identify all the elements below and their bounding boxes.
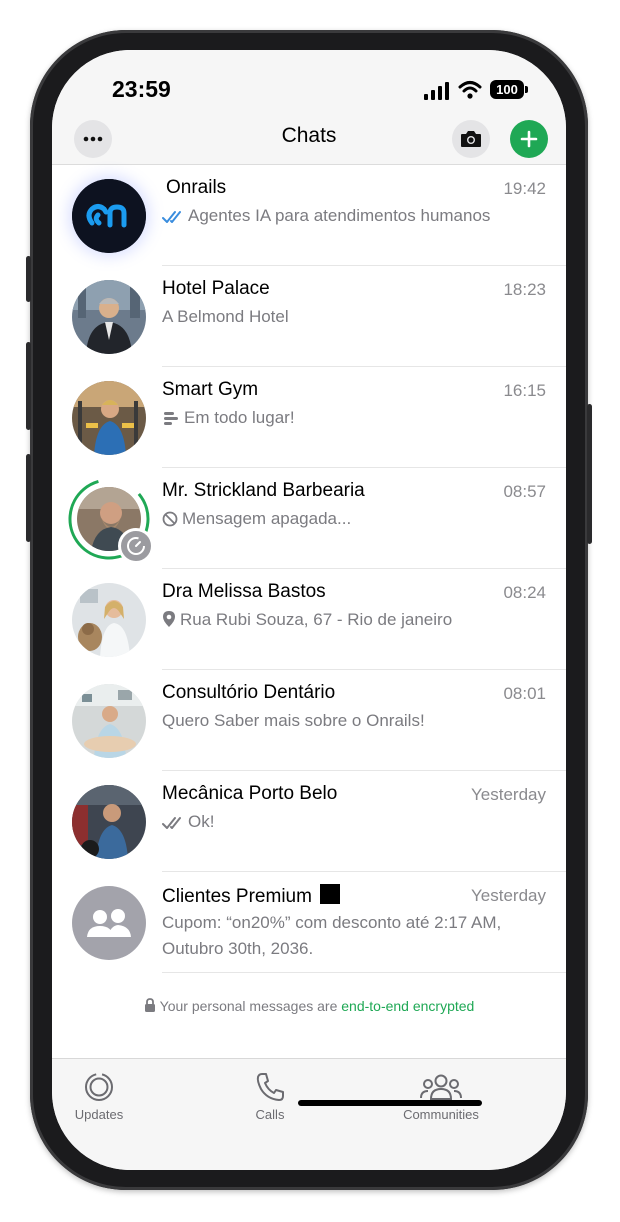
phone-icon bbox=[256, 1073, 284, 1101]
battery-indicator: 100 bbox=[490, 80, 524, 99]
encryption-text: Your personal messages are bbox=[159, 998, 338, 1014]
chat-name: Smart Gym bbox=[162, 379, 259, 400]
chat-time: 08:01 bbox=[503, 684, 546, 703]
camera-button[interactable] bbox=[452, 120, 490, 158]
chat-preview-text: A Belmond Hotel bbox=[162, 307, 289, 326]
encryption-link[interactable]: end-to-end encrypted bbox=[341, 998, 474, 1014]
status-timer-badge bbox=[118, 528, 154, 564]
avatar-photo bbox=[72, 684, 146, 758]
avatar-onrails bbox=[72, 179, 146, 253]
screen: 23:59 100 Chats Onrails 19:42 Agentes IA… bbox=[52, 50, 566, 1170]
wifi-icon bbox=[458, 81, 482, 99]
new-chat-button[interactable] bbox=[510, 120, 548, 158]
chat-row-clientes-premium[interactable]: Clientes Premium Yesterday Cupom: “on20%… bbox=[52, 872, 566, 973]
location-pin-icon bbox=[162, 610, 176, 636]
onrails-logo-icon bbox=[72, 179, 146, 253]
avatar-photo bbox=[72, 381, 146, 455]
tab-calls[interactable]: Calls bbox=[210, 1071, 330, 1122]
chat-preview: Em todo lugar! bbox=[162, 405, 506, 434]
chat-preview: Ok! bbox=[162, 809, 506, 838]
chat-row-onrails[interactable]: Onrails 19:42 Agentes IA para atendiment… bbox=[52, 165, 566, 266]
camera-icon bbox=[461, 131, 481, 147]
tab-label: Communities bbox=[403, 1107, 479, 1122]
chat-preview-text: Ok! bbox=[188, 812, 215, 831]
avatar-photo bbox=[72, 280, 146, 354]
chat-time: 18:23 bbox=[503, 280, 546, 299]
chat-preview: Quero Saber mais sobre o Onrails! bbox=[162, 708, 506, 734]
avatar-smart-gym bbox=[72, 381, 146, 455]
encryption-notice: Your personal messages are end-to-end en… bbox=[52, 998, 566, 1014]
chat-preview-text: Cupom: “on20%” com desconto até 2:17 AM,… bbox=[162, 913, 502, 958]
chat-name: Dra Melissa Bastos bbox=[162, 581, 326, 602]
chat-preview-text: Mensagem apagada... bbox=[182, 509, 352, 528]
avatar-group bbox=[72, 886, 146, 960]
chat-name: Mecânica Porto Belo bbox=[162, 783, 338, 804]
chat-row-smart-gym[interactable]: Smart Gym 16:15 Em todo lugar! bbox=[52, 367, 566, 468]
chat-name: Hotel Palace bbox=[162, 278, 270, 299]
chat-preview: Cupom: “on20%” com desconto até 2:17 AM,… bbox=[162, 910, 506, 962]
chat-preview-text: Agentes IA para atendimentos humanos bbox=[188, 206, 491, 225]
chat-preview-text: Em todo lugar! bbox=[184, 408, 295, 427]
chat-time: 08:57 bbox=[503, 482, 546, 501]
chat-row-hotel-palace[interactable]: Hotel Palace 18:23 A Belmond Hotel bbox=[52, 266, 566, 367]
home-indicator[interactable] bbox=[298, 1100, 482, 1106]
chat-time: Yesterday bbox=[471, 785, 546, 804]
avatar-melissa bbox=[72, 583, 146, 657]
header: Chats bbox=[52, 120, 566, 165]
avatar-photo bbox=[72, 785, 146, 859]
chat-list: Onrails 19:42 Agentes IA para atendiment… bbox=[52, 165, 566, 973]
timer-icon bbox=[127, 537, 145, 555]
avatar-photo bbox=[72, 583, 146, 657]
status-time: 23:59 bbox=[112, 76, 171, 102]
updates-icon bbox=[85, 1073, 113, 1101]
volume-up-button bbox=[26, 342, 31, 430]
tab-communities[interactable]: Communities bbox=[381, 1071, 501, 1122]
chat-row-strickland-barbearia[interactable]: Mr. Strickland Barbearia 08:57 Mensagem … bbox=[52, 468, 566, 569]
mute-switch bbox=[26, 256, 31, 302]
chat-preview: A Belmond Hotel bbox=[162, 304, 506, 330]
chat-name: Consultório Dentário bbox=[162, 682, 336, 703]
chat-preview-text: Quero Saber mais sobre o Onrails! bbox=[162, 711, 425, 730]
tab-updates[interactable]: Updates bbox=[52, 1071, 159, 1122]
chat-time: 16:15 bbox=[503, 381, 546, 400]
volume-down-button bbox=[26, 454, 31, 542]
power-button bbox=[587, 404, 592, 544]
battery-tip bbox=[525, 86, 528, 93]
chat-preview: Agentes IA para atendimentos humanos bbox=[162, 203, 506, 232]
chat-name: Mr. Strickland Barbearia bbox=[162, 480, 365, 501]
double-check-blue-icon bbox=[162, 206, 184, 232]
chat-name: Clientes Premium bbox=[162, 884, 340, 908]
lock-icon bbox=[144, 998, 155, 1012]
chat-row-mecanica-porto-belo[interactable]: Mecânica Porto Belo Yesterday Ok! bbox=[52, 771, 566, 872]
chat-preview: Mensagem apagada... bbox=[162, 506, 506, 535]
chat-row-melissa-bastos[interactable]: Dra Melissa Bastos 08:24 Rua Rubi Souza,… bbox=[52, 569, 566, 670]
chat-preview-text: Rua Rubi Souza, 67 - Rio de janeiro bbox=[180, 610, 453, 629]
signal-icon bbox=[424, 82, 449, 100]
chat-time: 19:42 bbox=[503, 179, 546, 198]
status-bar: 23:59 100 bbox=[52, 50, 566, 120]
chat-row-consultorio-dentario[interactable]: Consultório Dentário 08:01 Quero Saber m… bbox=[52, 670, 566, 771]
tab-label: Updates bbox=[74, 1107, 124, 1122]
avatar-consultorio bbox=[72, 684, 146, 758]
chat-time: Yesterday bbox=[471, 886, 546, 905]
tab-label: Calls bbox=[255, 1107, 285, 1122]
chat-name-text: Clientes Premium bbox=[162, 886, 312, 907]
group-icon bbox=[87, 909, 131, 937]
communities-icon bbox=[420, 1074, 462, 1100]
tab-bar: Updates Calls Communities bbox=[52, 1058, 566, 1170]
chat-time: 08:24 bbox=[503, 583, 546, 602]
avatar-hotel-palace bbox=[72, 280, 146, 354]
avatar-mecanica bbox=[72, 785, 146, 859]
chat-name: Onrails bbox=[166, 177, 227, 198]
black-square-icon bbox=[319, 884, 340, 904]
plus-icon bbox=[520, 130, 538, 148]
chat-preview: Rua Rubi Souza, 67 - Rio de janeiro bbox=[162, 607, 506, 636]
double-check-gray-icon bbox=[162, 812, 184, 838]
deleted-icon bbox=[162, 509, 178, 535]
list-icon bbox=[162, 408, 180, 434]
